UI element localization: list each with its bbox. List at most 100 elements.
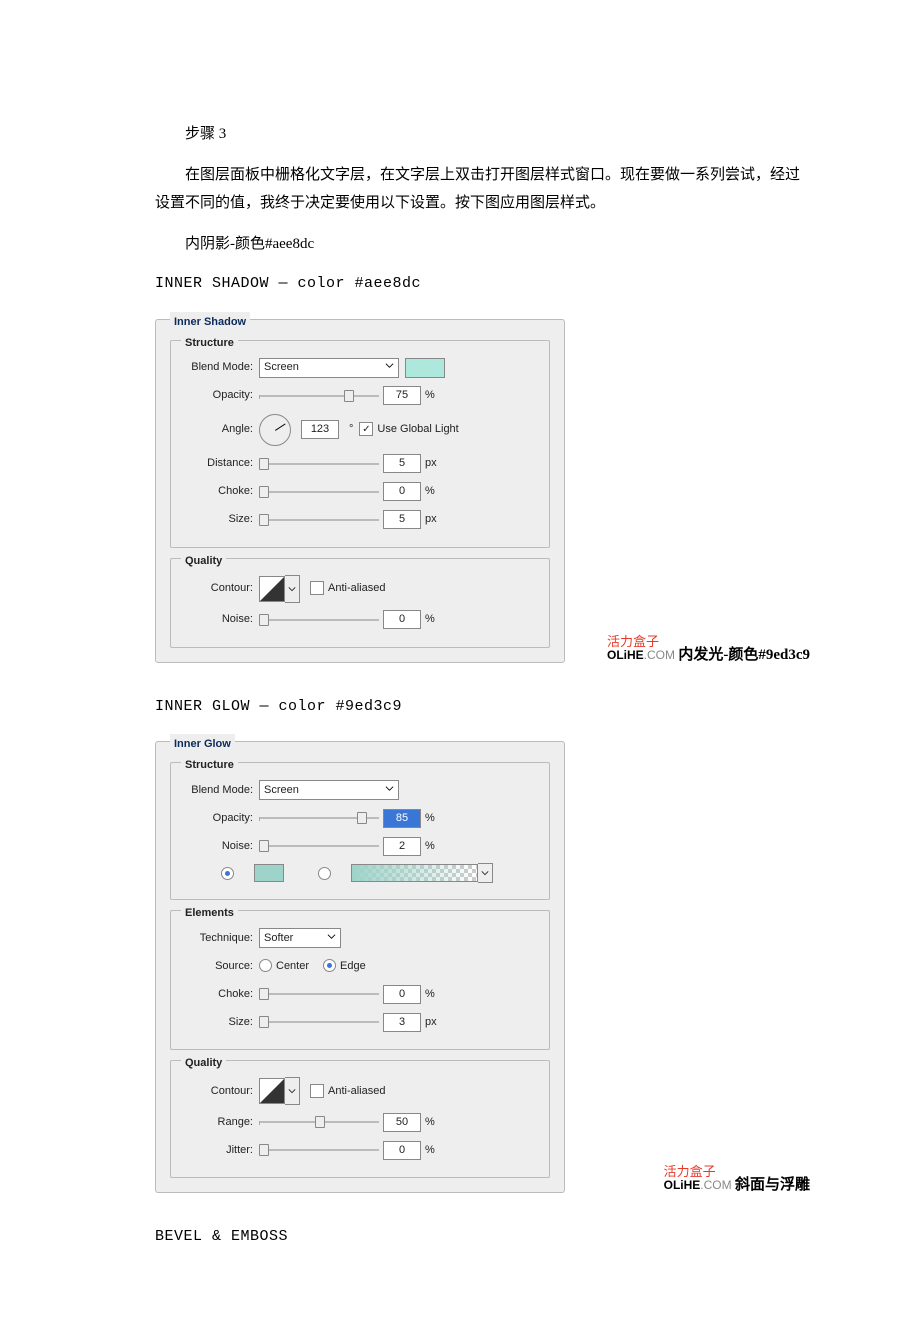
choke-slider[interactable] <box>259 485 379 499</box>
source-center-radio[interactable]: Center <box>259 956 309 977</box>
watermark-rest: .COM <box>644 648 675 662</box>
radio-off-icon <box>318 867 331 880</box>
anti-aliased-checkbox[interactable]: Anti-aliased <box>310 1081 385 1102</box>
radio-on-icon <box>323 959 336 972</box>
anti-aliased-label: Anti-aliased <box>328 578 385 599</box>
chevron-down-icon <box>478 863 493 883</box>
color-swatch[interactable] <box>254 864 284 882</box>
watermark-bold: OLiHE <box>607 648 644 662</box>
angle-unit: ° <box>349 419 353 440</box>
noise-input[interactable]: 2 <box>383 837 421 856</box>
jitter-slider[interactable] <box>259 1143 379 1157</box>
elements-legend: Elements <box>181 903 238 924</box>
contour-label: Contour: <box>181 1081 259 1102</box>
size-unit: px <box>425 1012 437 1033</box>
noise-input[interactable]: 0 <box>383 610 421 629</box>
use-global-light-checkbox[interactable]: ✓ Use Global Light <box>359 419 458 440</box>
gradient-picker[interactable] <box>351 863 493 883</box>
source-edge-label: Edge <box>340 956 366 977</box>
range-input[interactable]: 50 <box>383 1113 421 1132</box>
color-swatch[interactable] <box>405 358 445 378</box>
size-input[interactable]: 5 <box>383 510 421 529</box>
opacity-slider[interactable] <box>259 811 379 825</box>
technique-label: Technique: <box>181 928 259 949</box>
angle-dial[interactable] <box>259 414 291 446</box>
distance-label: Distance: <box>181 453 259 474</box>
chevron-down-icon <box>285 1077 300 1105</box>
size-unit: px <box>425 509 437 530</box>
bevel-cn: 斜面与浮雕 <box>735 1177 810 1193</box>
chevron-down-icon <box>327 928 336 949</box>
gradient-preview <box>351 864 478 882</box>
size-input[interactable]: 3 <box>383 1013 421 1032</box>
source-center-label: Center <box>276 956 309 977</box>
quality-fieldset: Quality Contour: Anti-aliased Range: <box>170 1060 550 1178</box>
choke-unit: % <box>425 481 435 502</box>
structure-fieldset: Structure Blend Mode: Screen Opacity: 85… <box>170 762 550 900</box>
watermark: 活力盒子 OLiHE.COM 内发光-颜色#9ed3c9 <box>607 635 810 663</box>
range-slider[interactable] <box>259 1115 379 1129</box>
noise-slider[interactable] <box>259 613 379 627</box>
opacity-slider[interactable] <box>259 389 379 403</box>
inner-shadow-en: INNER SHADOW — color #aee8dc <box>155 270 810 299</box>
blend-mode-label: Blend Mode: <box>181 357 259 378</box>
contour-picker[interactable] <box>259 575 300 603</box>
radio-on-icon <box>221 867 234 880</box>
choke-input[interactable]: 0 <box>383 985 421 1004</box>
watermark-bold: OLiHE <box>664 1178 701 1192</box>
opacity-input[interactable]: 85 <box>383 809 421 828</box>
technique-select[interactable]: Softer <box>259 928 341 948</box>
range-label: Range: <box>181 1112 259 1133</box>
structure-legend: Structure <box>181 333 238 354</box>
choke-label: Choke: <box>181 984 259 1005</box>
inner-glow-en: INNER GLOW — color #9ed3c9 <box>155 693 810 722</box>
opacity-input[interactable]: 75 <box>383 386 421 405</box>
quality-legend: Quality <box>181 1053 226 1074</box>
noise-unit: % <box>425 609 435 630</box>
structure-legend: Structure <box>181 755 238 776</box>
glow-gradient-radio[interactable] <box>318 867 331 880</box>
choke-slider[interactable] <box>259 987 379 1001</box>
source-edge-radio[interactable]: Edge <box>323 956 366 977</box>
check-icon: ✓ <box>359 422 373 436</box>
size-label: Size: <box>181 509 259 530</box>
blend-mode-label: Blend Mode: <box>181 780 259 801</box>
panel-title: Inner Shadow <box>170 312 250 333</box>
step-heading: 步骤 3 <box>155 120 810 149</box>
chevron-down-icon <box>385 357 394 378</box>
noise-slider[interactable] <box>259 839 379 853</box>
angle-label: Angle: <box>181 419 259 440</box>
intro-paragraph: 在图层面板中栅格化文字层，在文字层上双击打开图层样式窗口。现在要做一系列尝试，经… <box>155 161 810 218</box>
bevel-emboss-en: BEVEL & EMBOSS <box>155 1223 810 1252</box>
contour-picker[interactable] <box>259 1077 300 1105</box>
blend-mode-select[interactable]: Screen <box>259 780 399 800</box>
distance-slider[interactable] <box>259 457 379 471</box>
contour-icon <box>259 1078 285 1104</box>
opacity-unit: % <box>425 808 435 829</box>
checkbox-icon <box>310 1084 324 1098</box>
size-slider[interactable] <box>259 1015 379 1029</box>
opacity-unit: % <box>425 385 435 406</box>
distance-unit: px <box>425 453 437 474</box>
glow-color-radio[interactable] <box>221 867 234 880</box>
blend-mode-select[interactable]: Screen <box>259 358 399 378</box>
inner-shadow-panel: Inner Shadow Structure Blend Mode: Scree… <box>155 319 565 663</box>
distance-input[interactable]: 5 <box>383 454 421 473</box>
angle-input[interactable]: 123 <box>301 420 339 439</box>
jitter-input[interactable]: 0 <box>383 1141 421 1160</box>
choke-input[interactable]: 0 <box>383 482 421 501</box>
chevron-down-icon <box>385 780 394 801</box>
noise-label: Noise: <box>181 836 259 857</box>
anti-aliased-checkbox[interactable]: Anti-aliased <box>310 578 385 599</box>
use-global-light-label: Use Global Light <box>377 419 458 440</box>
radio-off-icon <box>259 959 272 972</box>
inner-shadow-cn: 内阴影-颜色#aee8dc <box>155 230 810 259</box>
size-slider[interactable] <box>259 513 379 527</box>
opacity-label: Opacity: <box>181 385 259 406</box>
quality-legend: Quality <box>181 551 226 572</box>
noise-label: Noise: <box>181 609 259 630</box>
opacity-label: Opacity: <box>181 808 259 829</box>
blend-mode-value: Screen <box>264 357 299 378</box>
choke-unit: % <box>425 984 435 1005</box>
watermark: 活力盒子 OLiHE.COM 斜面与浮雕 <box>664 1165 810 1193</box>
